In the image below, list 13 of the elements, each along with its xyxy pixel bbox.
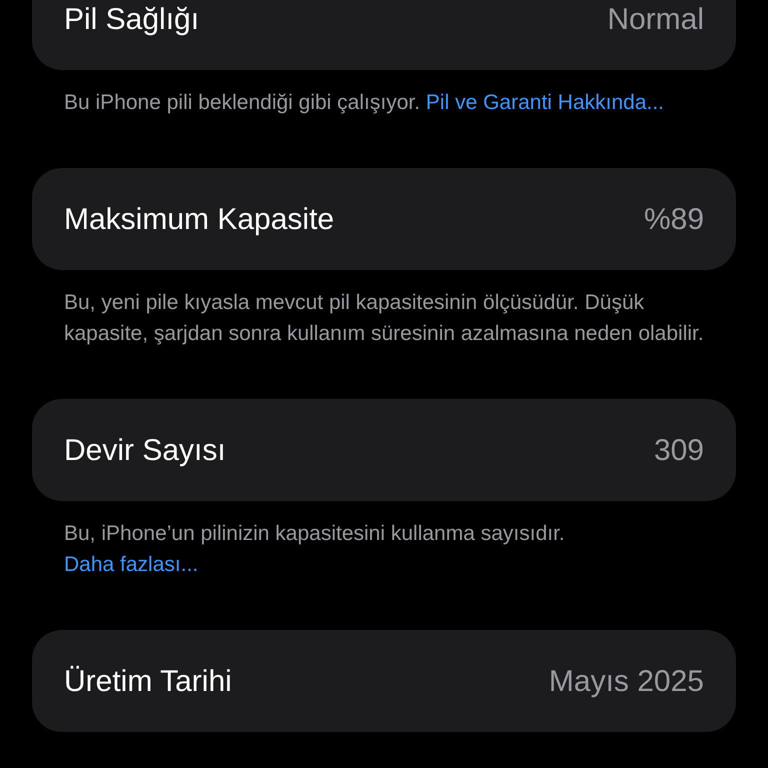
footnote: Bu iPhone pili beklendiği gibi çalışıyor. Pil ve Garanti Hakkında... <box>63 90 665 116</box>
footnote: Bu, iPhone’un pilinizin kapasitesini kullanma sayısıdır. Daha fazlası... <box>63 521 566 578</box>
row-value: 309 <box>654 432 704 468</box>
row-label: Pil Sağlığı <box>64 2 200 38</box>
row-label: Üretim Tarihi <box>64 664 232 700</box>
row-value: Normal <box>607 2 704 38</box>
info-link[interactable]: Pil ve Garanti Hakkında... <box>426 91 664 114</box>
row-value: %89 <box>644 202 704 238</box>
row-label: Maksimum Kapasite <box>64 202 334 238</box>
info-link[interactable]: Daha fazlası... <box>64 553 198 576</box>
row-value: Mayıs 2025 <box>548 664 704 700</box>
row-label: Devir Sayısı <box>64 432 226 468</box>
footnote: Bu, yeni pile kıyasla mevcut pil kapasitesinin ölçüsüdür. Düşük kapasite, şarjdan sonra kullanım süresinin azalmasına neden olabilir. <box>63 290 705 347</box>
